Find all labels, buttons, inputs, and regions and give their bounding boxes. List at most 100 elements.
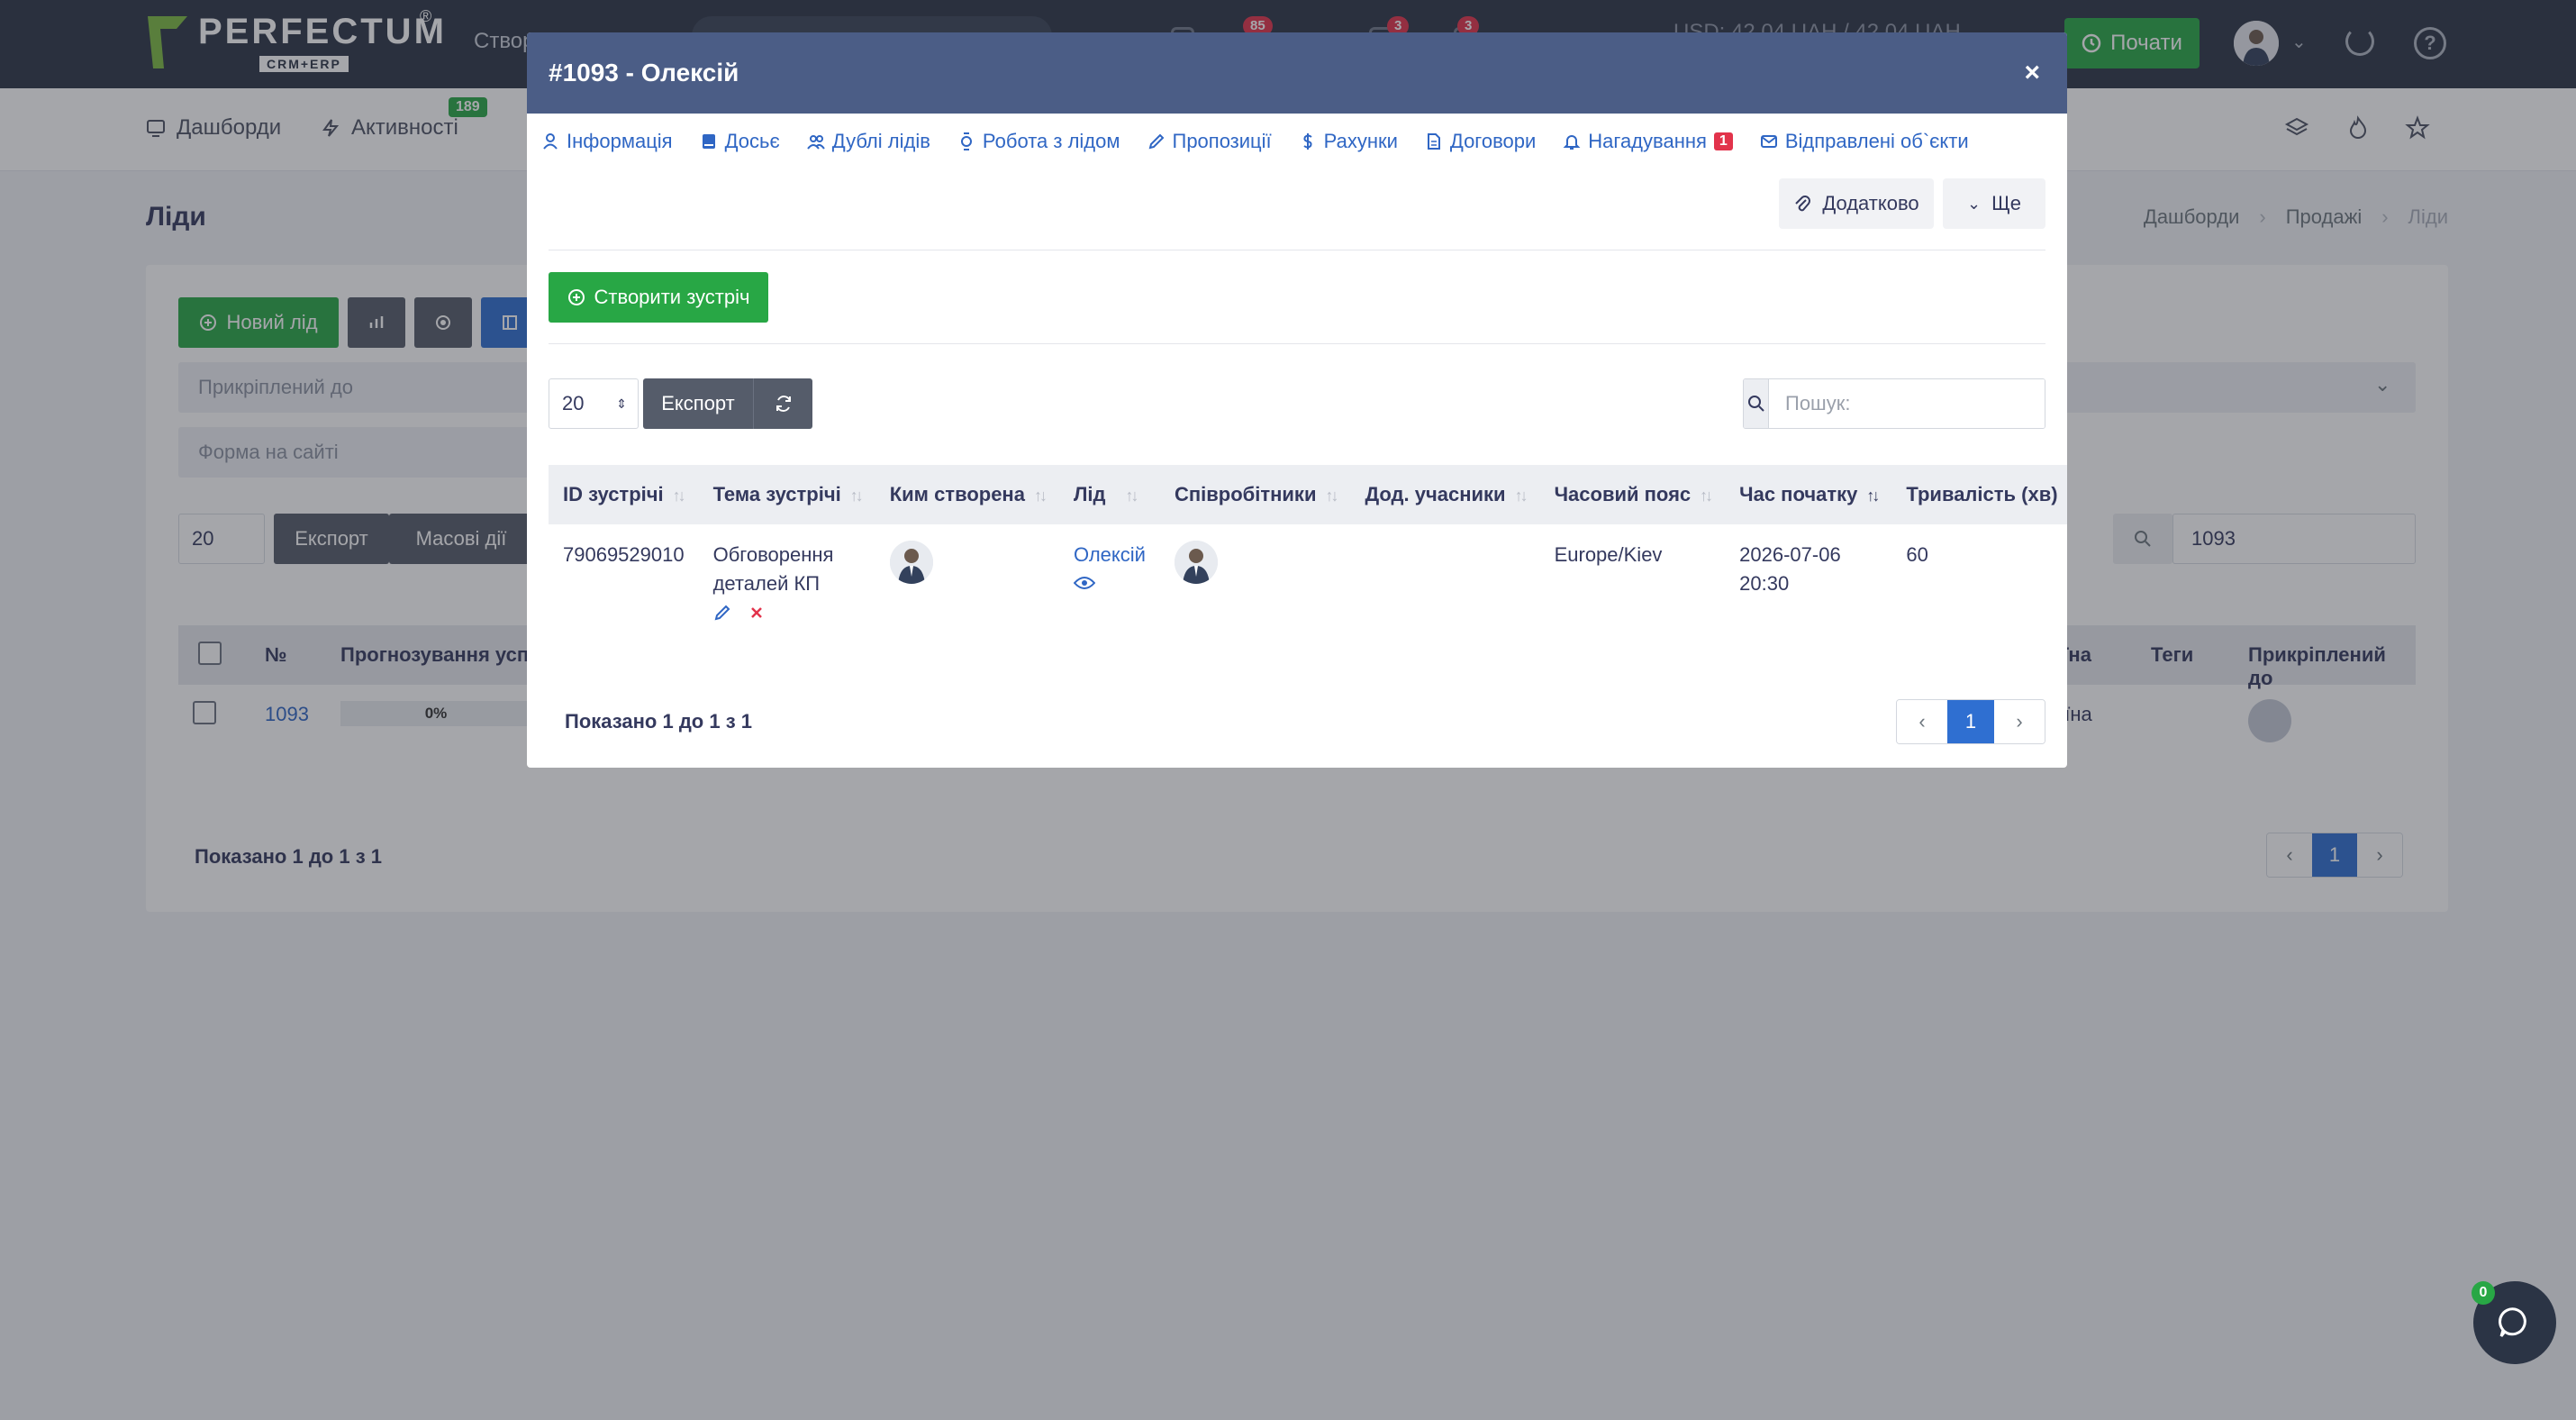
pencil-icon bbox=[1148, 133, 1164, 150]
column-lead[interactable]: Лід ↑↓ bbox=[1059, 465, 1160, 524]
column-timezone[interactable]: Часовий пояс ↑↓ bbox=[1540, 465, 1726, 524]
column-extra-participants[interactable]: Дод. учасники ↑↓ bbox=[1350, 465, 1539, 524]
additional-label: Додатково bbox=[1822, 192, 1919, 214]
tab-label: Відправлені об`єкти bbox=[1784, 130, 1969, 152]
row-actions bbox=[713, 604, 861, 622]
create-meeting-label: Створити зустріч bbox=[594, 286, 750, 308]
tab-label: Пропозиції bbox=[1172, 130, 1272, 152]
more-dropdown-button[interactable]: ⌄ Ще bbox=[1943, 178, 2045, 229]
search-icon bbox=[1747, 396, 1764, 412]
reminders-badge: 1 bbox=[1713, 132, 1733, 150]
column-employees[interactable]: Співробітники ↑↓ bbox=[1160, 465, 1351, 524]
avatar-person-icon bbox=[1174, 541, 1218, 584]
envelope-icon bbox=[1760, 135, 1777, 148]
more-label: Ще bbox=[1991, 192, 2021, 214]
tab-label: Робота з лідом bbox=[982, 130, 1120, 152]
creator-avatar[interactable] bbox=[889, 541, 933, 584]
refresh-button[interactable] bbox=[753, 378, 812, 429]
sort-icon: ↑↓ bbox=[1700, 487, 1713, 505]
tab-label: Договори bbox=[1449, 130, 1537, 152]
meeting-timezone: Europe/Kiev bbox=[1554, 543, 1663, 566]
tab-label: Рахунки bbox=[1323, 130, 1398, 152]
plus-circle-icon bbox=[567, 289, 585, 305]
book-icon bbox=[702, 134, 715, 149]
prev-page-button[interactable]: ‹ bbox=[1897, 700, 1947, 743]
tab-duplicates[interactable]: Дублі лідів bbox=[806, 130, 930, 153]
modal-title: #1093 - Олексій bbox=[549, 59, 739, 86]
meetings-page-length-select[interactable]: 20 ⇕ bbox=[549, 378, 639, 429]
bell-icon bbox=[1563, 135, 1581, 150]
page-1-button[interactable]: 1 bbox=[1947, 700, 1994, 743]
divider bbox=[549, 343, 2045, 344]
modal-header: #1093 - Олексій × bbox=[527, 32, 2067, 114]
search-button[interactable] bbox=[1744, 379, 1769, 428]
edit-icon[interactable] bbox=[713, 604, 731, 622]
chevron-down-icon: ⌄ bbox=[1967, 194, 1982, 213]
lead-link[interactable]: Олексій bbox=[1074, 541, 1146, 569]
sort-icon: ↑↓ bbox=[672, 487, 686, 505]
export-group: Експорт bbox=[643, 378, 812, 429]
document-icon bbox=[1427, 133, 1440, 150]
tab-invoices[interactable]: Рахунки bbox=[1299, 130, 1398, 153]
chat-bubble-icon bbox=[2499, 1307, 2526, 1337]
employees-cell bbox=[1160, 524, 1351, 669]
eye-icon[interactable] bbox=[1073, 575, 1096, 591]
modal-tabs: Інформація Досьє Дублі лідів Робота з лі… bbox=[541, 130, 1996, 153]
column-topic[interactable]: Тема зустрічі ↑↓ bbox=[699, 465, 875, 524]
meetings-export-button[interactable]: Експорт bbox=[643, 378, 753, 429]
meetings-pagination: ‹ 1 › bbox=[1896, 699, 2045, 744]
meetings-search bbox=[1743, 378, 2045, 429]
sort-icon: ↑↓ bbox=[849, 487, 864, 505]
tab-lead-work[interactable]: Робота з лідом bbox=[957, 130, 1120, 153]
lead-modal: #1093 - Олексій × Інформація Досьє Дублі… bbox=[527, 32, 2067, 768]
table-row: 79069529010 Обговорення деталей КП Олекс… bbox=[549, 524, 2067, 669]
user-icon bbox=[543, 133, 558, 150]
tab-contracts[interactable]: Договори bbox=[1425, 130, 1536, 153]
sort-icon: ↑↓ bbox=[1514, 487, 1528, 505]
meeting-topic: Обговорення деталей КП bbox=[712, 543, 834, 595]
users-icon bbox=[806, 135, 825, 150]
sort-icon: ↑↓ bbox=[1325, 487, 1338, 505]
tab-sent-objects[interactable]: Відправлені об`єкти bbox=[1760, 130, 1969, 153]
tab-label: Дублі лідів bbox=[831, 130, 930, 152]
column-meeting-id[interactable]: ID зустрічі ↑↓ bbox=[549, 465, 699, 524]
next-page-button[interactable]: › bbox=[1994, 700, 2045, 743]
sort-icon: ↑↓ bbox=[1033, 487, 1048, 505]
tab-label: Досьє bbox=[724, 130, 780, 152]
employee-avatar[interactable] bbox=[1174, 541, 1218, 584]
meeting-topic-cell: Обговорення деталей КП bbox=[699, 524, 875, 669]
watch-icon bbox=[960, 132, 972, 150]
meeting-start: 2026-07-06 20:30 bbox=[1739, 543, 1841, 595]
table-header-row: ID зустрічі ↑↓ Тема зустрічі ↑↓ Ким створе… bbox=[549, 465, 2067, 524]
meetings-search-input[interactable] bbox=[1769, 379, 2045, 428]
sort-icon: ↑↓ bbox=[1125, 487, 1138, 505]
dollar-icon bbox=[1303, 133, 1312, 150]
delete-icon[interactable] bbox=[748, 604, 766, 622]
tab-reminders[interactable]: Нагадування 1 bbox=[1563, 130, 1733, 153]
additional-button[interactable]: Додатково bbox=[1779, 178, 1934, 229]
page-length-value: 20 bbox=[562, 392, 585, 414]
create-meeting-button[interactable]: Створити зустріч bbox=[549, 272, 768, 323]
close-icon[interactable]: × bbox=[2018, 58, 2045, 88]
created-by-cell bbox=[875, 524, 1059, 669]
extra-participants bbox=[1350, 524, 1539, 669]
lead-cell: Олексій bbox=[1059, 524, 1160, 669]
tab-proposals[interactable]: Пропозиції bbox=[1147, 130, 1272, 153]
refresh-icon bbox=[776, 396, 791, 412]
meeting-duration: 60 bbox=[1906, 543, 1928, 566]
column-start-time[interactable]: Час початку ↑↓ bbox=[1725, 465, 1891, 524]
tab-dossier[interactable]: Досьє bbox=[700, 130, 780, 153]
column-created-by[interactable]: Ким створена ↑↓ bbox=[875, 465, 1059, 524]
chat-badge: 0 bbox=[2472, 1281, 2495, 1305]
meeting-id: 79069529010 bbox=[563, 543, 685, 566]
sort-active-icon: ↑↓ bbox=[1866, 487, 1880, 505]
tab-info[interactable]: Інформація bbox=[541, 130, 673, 153]
updown-icon: ⇕ bbox=[616, 396, 627, 411]
meetings-shown-info: Показано 1 до 1 з 1 bbox=[565, 710, 752, 733]
tab-label: Нагадування bbox=[1588, 130, 1707, 152]
tab-label: Інформація bbox=[567, 130, 673, 152]
paperclip-icon bbox=[1795, 196, 1811, 212]
avatar-person-icon bbox=[889, 541, 933, 584]
meetings-table: ID зустрічі ↑↓ Тема зустрічі ↑↓ Ким створе… bbox=[549, 465, 2067, 669]
column-duration[interactable]: Тривалість (хв) bbox=[1891, 465, 2067, 524]
